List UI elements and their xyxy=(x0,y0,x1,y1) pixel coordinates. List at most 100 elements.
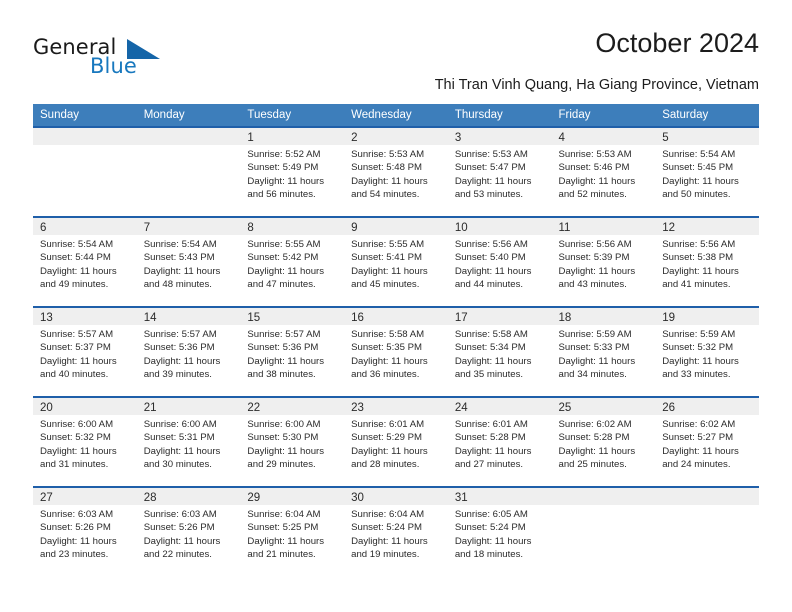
daylight-text-line2: and 19 minutes. xyxy=(351,548,420,560)
daylight-text-line2: and 25 minutes. xyxy=(558,458,627,470)
weekday-header-wednesday: Wednesday xyxy=(351,109,412,121)
sunset-text: Sunset: 5:36 PM xyxy=(247,342,319,354)
calendar-day-cell[interactable]: 4 Sunrise: 5:53 AM Sunset: 5:46 PM Daylight… xyxy=(551,128,656,216)
day-number-band: 4 xyxy=(551,128,656,145)
calendar-day-cell[interactable]: 3 Sunrise: 5:53 AM Sunset: 5:47 PM Daylight… xyxy=(447,128,552,216)
calendar-day-cell[interactable]: 9 Sunrise: 5:55 AM Sunset: 5:41 PM Daylight… xyxy=(344,218,448,306)
day-number: 12 xyxy=(662,222,676,234)
calendar-day-cell[interactable]: 18 Sunrise: 5:59 AM Sunset: 5:33 PM Dayligh… xyxy=(551,308,656,396)
daylight-text-line2: and 24 minutes. xyxy=(662,458,731,470)
calendar-day-cell[interactable]: 7 Sunrise: 5:54 AM Sunset: 5:43 PM Daylight… xyxy=(136,218,241,306)
daylight-text-line2: and 47 minutes. xyxy=(247,278,316,290)
daylight-text-line2: and 22 minutes. xyxy=(143,548,212,560)
daylight-text-line1: Daylight: 11 hours xyxy=(351,445,428,457)
day-detail-body: Sunrise: 5:53 AM Sunset: 5:46 PM Daylight:… xyxy=(551,145,656,214)
calendar-day-cell[interactable]: 26 Sunrise: 6:02 AM Sunset: 5:27 PM Dayligh… xyxy=(655,398,759,486)
calendar-day-cell[interactable]: 22 Sunrise: 6:00 AM Sunset: 5:30 PM Dayligh… xyxy=(240,398,345,486)
calendar-day-cell[interactable]: 21 Sunrise: 6:00 AM Sunset: 5:31 PM Dayligh… xyxy=(136,398,241,486)
day-number: 1 xyxy=(247,132,254,144)
weekday-header-monday: Monday xyxy=(143,109,185,121)
calendar-day-cell[interactable]: 20 Sunrise: 6:00 AM Sunset: 5:32 PM Dayligh… xyxy=(33,398,137,486)
calendar-day-cell[interactable]: 17 Sunrise: 5:58 AM Sunset: 5:34 PM Dayligh… xyxy=(447,308,552,396)
sunrise-text: Sunrise: 5:56 AM xyxy=(558,239,632,250)
sunset-text: Sunset: 5:35 PM xyxy=(351,342,423,354)
day-number: 4 xyxy=(558,132,565,144)
day-number: 31 xyxy=(454,492,468,504)
day-number: 26 xyxy=(662,402,676,414)
sunrise-text: Sunrise: 5:56 AM xyxy=(662,239,736,250)
sunset-text: Sunset: 5:42 PM xyxy=(247,252,319,264)
daylight-text-line2: and 34 minutes. xyxy=(558,368,627,380)
page-subtitle: Thi Tran Vinh Quang, Ha Giang Province, … xyxy=(434,77,759,93)
day-detail-body: Sunrise: 6:02 AM Sunset: 5:27 PM Daylight:… xyxy=(655,415,759,484)
daylight-text-line2: and 38 minutes. xyxy=(247,368,316,380)
day-number-band: 3 xyxy=(447,128,552,145)
calendar-day-cell[interactable]: 8 Sunrise: 5:55 AM Sunset: 5:42 PM Daylight… xyxy=(240,218,345,306)
daylight-text-line2: and 28 minutes. xyxy=(351,458,420,470)
general-blue-logo[interactable]: General Blue xyxy=(33,35,213,87)
daylight-text-line1: Daylight: 11 hours xyxy=(454,445,532,457)
calendar-day-cell[interactable]: 27 Sunrise: 6:03 AM Sunset: 5:26 PM Dayligh… xyxy=(33,488,137,576)
day-detail-body: Sunrise: 5:58 AM Sunset: 5:35 PM Daylight:… xyxy=(344,325,448,394)
calendar-day-cell[interactable]: 2 Sunrise: 5:53 AM Sunset: 5:48 PM Daylight… xyxy=(344,128,448,216)
calendar-day-cell[interactable]: 24 Sunrise: 6:01 AM Sunset: 5:28 PM Dayligh… xyxy=(447,398,552,486)
day-number: 17 xyxy=(454,312,468,324)
day-number: 6 xyxy=(40,222,47,234)
sunset-text: Sunset: 5:48 PM xyxy=(351,162,423,174)
calendar-page: General Blue October 2024 Thi Tran Vinh … xyxy=(0,0,792,612)
day-detail-body: Sunrise: 6:03 AM Sunset: 5:26 PM Daylight:… xyxy=(136,505,241,574)
daylight-text-line2: and 18 minutes. xyxy=(454,548,524,560)
daylight-text-line2: and 49 minutes. xyxy=(40,278,109,290)
day-detail-body: Sunrise: 5:56 AM Sunset: 5:38 PM Daylight:… xyxy=(655,235,759,304)
calendar-day-cell[interactable]: 30 Sunrise: 6:04 AM Sunset: 5:24 PM Dayligh… xyxy=(344,488,448,576)
day-number-band xyxy=(136,128,241,145)
day-detail-body: Sunrise: 5:55 AM Sunset: 5:42 PM Daylight:… xyxy=(240,235,345,304)
weekday-header-tuesday: Tuesday xyxy=(247,109,292,121)
calendar-day-cell-empty xyxy=(136,128,241,216)
day-number: 27 xyxy=(40,492,53,504)
calendar-day-cell[interactable]: 14 Sunrise: 5:57 AM Sunset: 5:36 PM Dayligh… xyxy=(136,308,241,396)
day-number: 21 xyxy=(143,402,157,414)
day-number: 11 xyxy=(558,222,571,234)
calendar-day-cell[interactable]: 1 Sunrise: 5:52 AM Sunset: 5:49 PM Daylight… xyxy=(240,128,345,216)
calendar-day-cell[interactable]: 16 Sunrise: 5:58 AM Sunset: 5:35 PM Dayligh… xyxy=(344,308,448,396)
sunrise-text: Sunrise: 6:02 AM xyxy=(662,419,736,430)
daylight-text-line1: Daylight: 11 hours xyxy=(662,355,739,367)
calendar-week-row: 20 Sunrise: 6:00 AM Sunset: 5:32 PM Dayligh… xyxy=(33,396,759,486)
calendar-day-cell[interactable]: 25 Sunrise: 6:02 AM Sunset: 5:28 PM Dayligh… xyxy=(551,398,656,486)
day-detail-body: Sunrise: 5:54 AM Sunset: 5:44 PM Daylight:… xyxy=(33,235,137,304)
sunrise-text: Sunrise: 6:01 AM xyxy=(351,419,425,430)
calendar-day-cell[interactable]: 31 Sunrise: 6:05 AM Sunset: 5:24 PM Dayligh… xyxy=(447,488,552,576)
calendar-day-cell[interactable]: 6 Sunrise: 5:54 AM Sunset: 5:44 PM Daylight… xyxy=(33,218,137,306)
calendar-day-cell[interactable]: 11 Sunrise: 5:56 AM Sunset: 5:39 PM Dayligh… xyxy=(551,218,656,306)
day-number: 14 xyxy=(143,312,157,324)
day-number: 5 xyxy=(662,132,669,144)
weekday-header-row: Sunday Monday Tuesday Wednesday Thursday… xyxy=(33,104,759,126)
daylight-text-line1: Daylight: 11 hours xyxy=(143,265,221,277)
day-number-band xyxy=(33,128,137,145)
day-number-band: 20 xyxy=(33,398,137,415)
sunset-text: Sunset: 5:25 PM xyxy=(247,522,319,534)
calendar-day-cell[interactable]: 23 Sunrise: 6:01 AM Sunset: 5:29 PM Dayligh… xyxy=(344,398,448,486)
sunrise-text: Sunrise: 5:53 AM xyxy=(558,149,632,160)
daylight-text-line1: Daylight: 11 hours xyxy=(247,265,325,277)
day-detail-body: Sunrise: 6:05 AM Sunset: 5:24 PM Daylight:… xyxy=(447,505,552,574)
calendar-day-cell[interactable]: 10 Sunrise: 5:56 AM Sunset: 5:40 PM Dayligh… xyxy=(447,218,552,306)
daylight-text-line2: and 41 minutes. xyxy=(662,278,731,290)
weekday-header-thursday: Thursday xyxy=(454,109,503,121)
calendar-day-cell[interactable]: 19 Sunrise: 5:59 AM Sunset: 5:32 PM Dayligh… xyxy=(655,308,759,396)
day-number-band: 16 xyxy=(344,308,448,325)
daylight-text-line1: Daylight: 11 hours xyxy=(558,265,636,277)
calendar-day-cell[interactable]: 28 Sunrise: 6:03 AM Sunset: 5:26 PM Dayligh… xyxy=(136,488,241,576)
daylight-text-line1: Daylight: 11 hours xyxy=(40,265,117,277)
day-detail-body: Sunrise: 6:04 AM Sunset: 5:25 PM Daylight:… xyxy=(240,505,345,574)
calendar-day-cell[interactable]: 12 Sunrise: 5:56 AM Sunset: 5:38 PM Dayligh… xyxy=(655,218,759,306)
calendar-day-cell[interactable]: 13 Sunrise: 5:57 AM Sunset: 5:37 PM Dayligh… xyxy=(33,308,137,396)
calendar-day-cell[interactable]: 29 Sunrise: 6:04 AM Sunset: 5:25 PM Dayligh… xyxy=(240,488,345,576)
day-detail-body: Sunrise: 6:01 AM Sunset: 5:28 PM Daylight:… xyxy=(447,415,552,484)
day-number-band: 25 xyxy=(551,398,656,415)
calendar-day-cell[interactable]: 15 Sunrise: 5:57 AM Sunset: 5:36 PM Dayligh… xyxy=(240,308,345,396)
calendar-day-cell[interactable]: 5 Sunrise: 5:54 AM Sunset: 5:45 PM Daylight… xyxy=(655,128,759,216)
sunset-text: Sunset: 5:32 PM xyxy=(662,342,734,354)
sunrise-text: Sunrise: 6:03 AM xyxy=(40,509,114,520)
